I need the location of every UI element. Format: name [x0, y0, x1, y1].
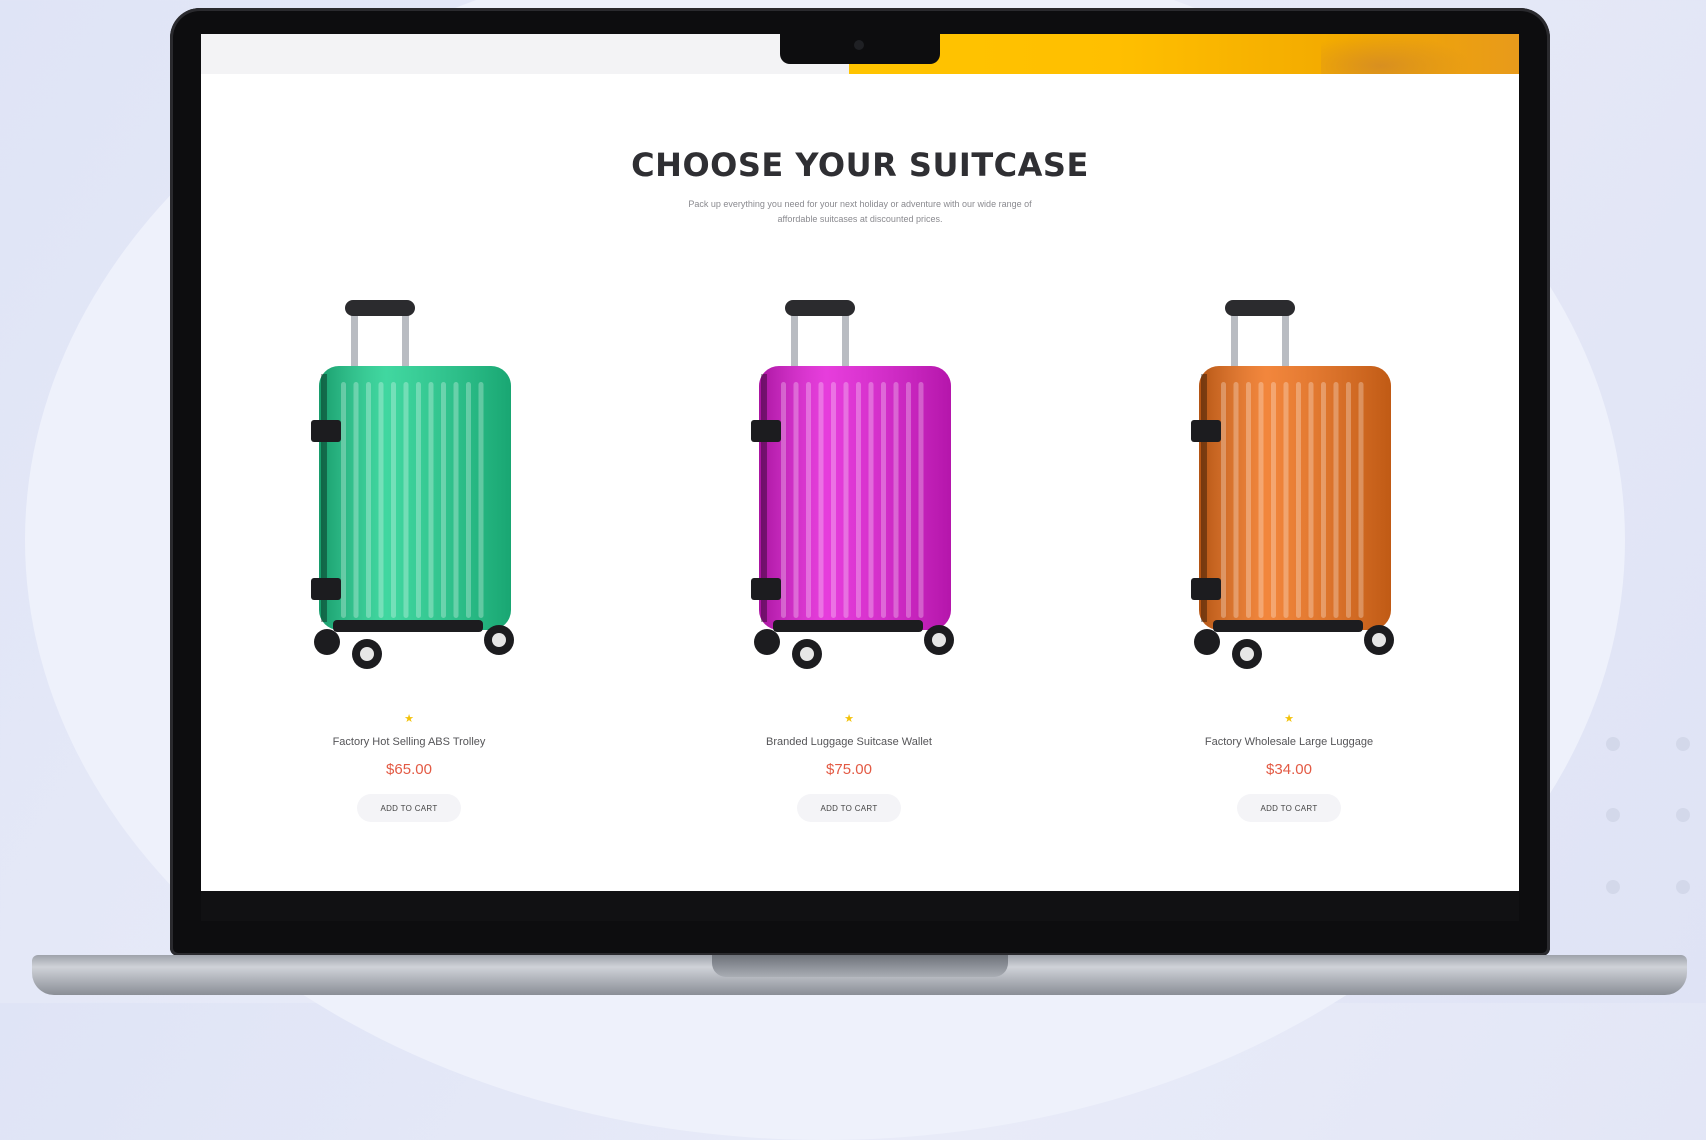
star-icon: ★ — [404, 713, 414, 725]
suitcase-image[interactable] — [739, 294, 959, 684]
product-name[interactable]: Branded Luggage Suitcase Wallet — [679, 736, 1019, 748]
product-card[interactable]: ★ Factory Hot Selling ABS Trolley $65.00… — [239, 294, 579, 874]
suitcase-image[interactable] — [1179, 294, 1399, 684]
decor-dot — [1676, 880, 1690, 894]
laptop-chin — [201, 891, 1519, 921]
product-price: $65.00 — [386, 761, 432, 778]
product-price: $34.00 — [1266, 761, 1312, 778]
camera-icon — [854, 40, 864, 50]
decor-dot — [1606, 808, 1620, 822]
star-icon: ★ — [1284, 713, 1294, 725]
add-to-cart-button[interactable]: ADD TO CART — [797, 794, 901, 822]
product-name[interactable]: Factory Hot Selling ABS Trolley — [239, 736, 579, 748]
laptop-screen: CHOOSE YOUR SUITCASE Pack up everything … — [201, 34, 1519, 891]
laptop-base-groove — [712, 955, 1008, 977]
product-price: $75.00 — [826, 761, 872, 778]
add-to-cart-button[interactable]: ADD TO CART — [1237, 794, 1341, 822]
product-card[interactable]: ★ Factory Wholesale Large Luggage $34.00… — [1119, 294, 1459, 874]
decor-dot — [1606, 880, 1620, 894]
section-subtitle: Pack up everything you need for your nex… — [688, 199, 1032, 224]
add-to-cart-button[interactable]: ADD TO CART — [357, 794, 461, 822]
banner-decoration — [1321, 34, 1471, 74]
decor-dot — [1676, 808, 1690, 822]
decor-dot — [1606, 737, 1620, 751]
suitcase-image[interactable] — [299, 294, 519, 684]
decor-dot — [1676, 737, 1690, 751]
product-name[interactable]: Factory Wholesale Large Luggage — [1119, 736, 1459, 748]
product-card[interactable]: ★ Branded Luggage Suitcase Wallet $75.00… — [679, 294, 1019, 874]
section-title: CHOOSE YOUR SUITCASE — [631, 146, 1089, 184]
star-icon: ★ — [844, 713, 854, 725]
